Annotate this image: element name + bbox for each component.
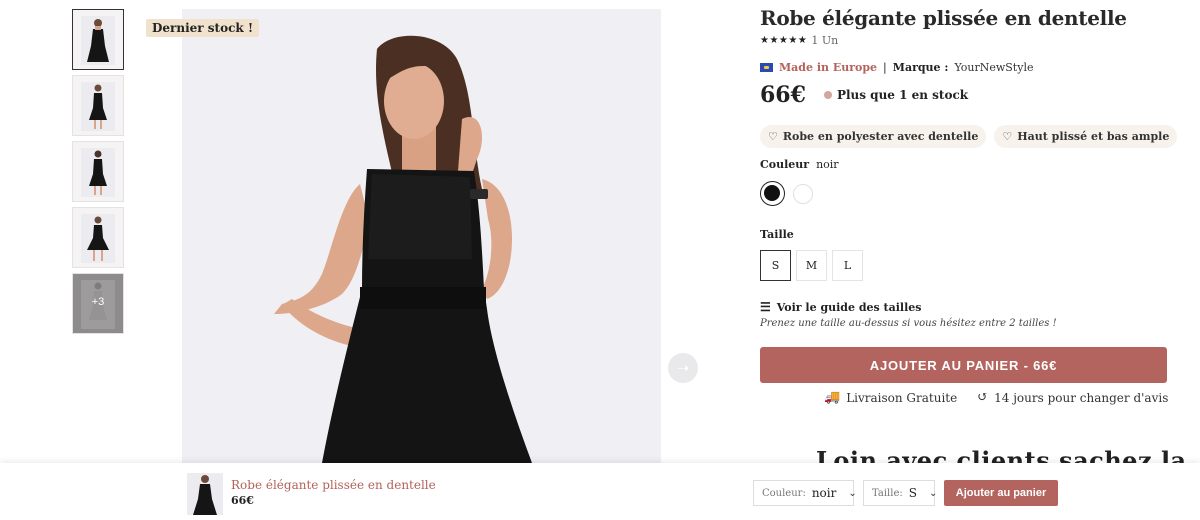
chevron-down-icon: ⌄ xyxy=(928,487,938,499)
thumbnail-more[interactable]: +3 xyxy=(72,273,124,334)
perk-returns: ↺ 14 jours pour changer d'avis xyxy=(977,390,1168,405)
thumbnail-4[interactable] xyxy=(72,207,124,268)
size-option-m[interactable]: M xyxy=(796,250,827,281)
feature-label: Robe en polyester avec dentelle xyxy=(782,130,979,143)
truck-icon: 🚚 xyxy=(824,390,841,405)
sticky-product-thumbnail xyxy=(187,473,223,515)
size-guide-hint: Prenez une taille au-dessus si vous hési… xyxy=(760,318,1057,329)
size-guide-link[interactable]: ☰ Voir le guide des tailles xyxy=(760,300,921,314)
sticky-color-value: noir xyxy=(811,486,837,500)
review-count: 1 Un xyxy=(811,34,839,47)
color-swatch-white[interactable] xyxy=(793,184,813,204)
sticky-color-select[interactable]: Couleur: noir ⌄ xyxy=(753,480,857,506)
color-swatch-black[interactable] xyxy=(760,181,785,206)
stock-text: Plus que 1 en stock xyxy=(836,88,969,102)
thumbnail-image xyxy=(81,148,115,197)
sticky-add-to-cart-button[interactable]: Ajouter au panier xyxy=(944,480,1058,506)
chevron-down-icon: ⌄ xyxy=(848,487,857,499)
sticky-cart-bar: Robe élégante plissée en dentelle 66€ Co… xyxy=(0,463,1200,520)
heart-icon: ♡ xyxy=(768,130,778,143)
thumbnail-list: +3 xyxy=(72,9,124,339)
sticky-color-label: Couleur: xyxy=(762,487,806,499)
more-images-count: +3 xyxy=(91,296,105,308)
product-main-image xyxy=(182,9,661,463)
sticky-size-label: Taille: xyxy=(872,487,903,499)
perk-label: Livraison Gratuite xyxy=(846,390,958,405)
last-stock-badge: Dernier stock ! xyxy=(146,19,260,37)
color-label-text: Couleur xyxy=(760,158,810,171)
thumbnail-image xyxy=(81,16,115,65)
return-arrow-icon: ↺ xyxy=(977,390,989,405)
perk-free-shipping: 🚚 Livraison Gratuite xyxy=(824,390,957,405)
origin-brand-row: Made in Europe | Marque : YourNewStyle xyxy=(760,61,1033,74)
product-title: Robe élégante plissée en dentelle xyxy=(760,6,1127,30)
sticky-size-value: S xyxy=(908,486,917,500)
size-label: Taille xyxy=(760,228,794,241)
thumbnail-3[interactable] xyxy=(72,141,124,202)
perk-label: 14 jours pour changer d'avis xyxy=(994,390,1169,405)
thumbnail-image xyxy=(81,214,115,263)
brand-value[interactable]: YourNewStyle xyxy=(954,61,1033,74)
eu-flag-icon xyxy=(760,63,773,72)
stock-status: Plus que 1 en stock xyxy=(823,88,969,102)
made-in-label: Made in Europe xyxy=(779,61,878,74)
color-value: noir xyxy=(816,158,839,171)
sticky-product-name: Robe élégante plissée en dentelle xyxy=(231,478,436,492)
heart-icon: ♡ xyxy=(1002,130,1013,143)
star-rating-icon: ★★★★★ xyxy=(760,35,808,46)
color-label: Couleur noir xyxy=(760,158,839,171)
feature-tags: ♡ Robe en polyester avec dentelle ♡ Haut… xyxy=(760,125,1178,148)
separator: | xyxy=(883,61,887,74)
sticky-size-select[interactable]: Taille: S ⌄ xyxy=(863,480,938,506)
ruler-icon: ☰ xyxy=(760,300,771,314)
add-to-cart-button[interactable]: AJOUTER AU PANIER - 66€ xyxy=(760,347,1167,383)
feature-tag: ♡ Robe en polyester avec dentelle xyxy=(760,125,987,148)
product-price: 66€ xyxy=(760,82,806,108)
color-swatches xyxy=(760,181,813,206)
size-options: S M L xyxy=(760,250,863,281)
size-option-l[interactable]: L xyxy=(832,250,863,281)
brand-label: Marque : xyxy=(892,61,949,74)
next-image-arrow-icon[interactable]: ➝ xyxy=(668,353,698,383)
price-row: 66€ Plus que 1 en stock xyxy=(760,82,968,108)
perks-row: 🚚 Livraison Gratuite ↺ 14 jours pour cha… xyxy=(824,390,1168,405)
sticky-product-price: 66€ xyxy=(231,494,254,507)
thumbnail-image xyxy=(81,82,115,131)
size-guide-label: Voir le guide des tailles xyxy=(776,300,922,314)
feature-label: Haut plissé et bas ample xyxy=(1017,130,1170,143)
size-option-s[interactable]: S xyxy=(760,250,791,281)
feature-tag: ♡ Haut plissé et bas ample xyxy=(994,125,1178,148)
thumbnail-1[interactable] xyxy=(72,9,124,70)
thumbnail-2[interactable] xyxy=(72,75,124,136)
stock-dot-icon xyxy=(823,91,832,99)
rating[interactable]: ★★★★★ 1 Un xyxy=(760,34,838,47)
